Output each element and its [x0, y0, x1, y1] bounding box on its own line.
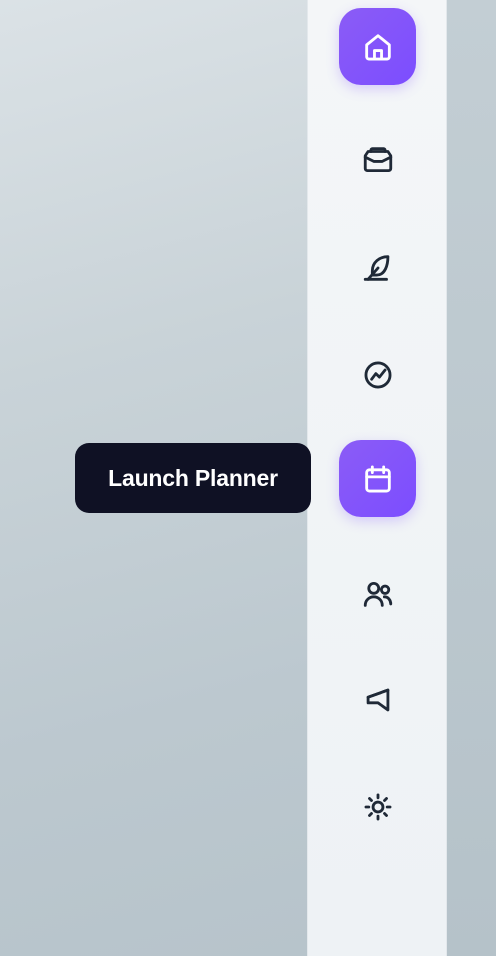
- inbox-icon: [363, 146, 392, 172]
- nav-item-team[interactable]: [339, 555, 416, 632]
- calendar-icon: [364, 465, 391, 492]
- nav-tooltip: Launch Planner: [75, 443, 311, 513]
- sun-icon: [364, 793, 391, 820]
- users-icon: [363, 581, 392, 607]
- feather-icon: [363, 254, 389, 281]
- nav-item-announcements[interactable]: [339, 661, 416, 738]
- background-strip: [447, 0, 496, 956]
- megaphone-icon: [366, 688, 389, 711]
- home-icon: [364, 33, 391, 60]
- nav-item-inbox[interactable]: [339, 121, 416, 198]
- sidebar-nav: [307, 0, 447, 956]
- tooltip-label: Launch Planner: [108, 464, 278, 491]
- nav-item-launch-planner[interactable]: [339, 440, 416, 517]
- nav-item-home[interactable]: [339, 8, 416, 85]
- nav-item-analytics[interactable]: [339, 336, 416, 413]
- trend-chart-icon: [364, 361, 391, 388]
- nav-item-settings[interactable]: [339, 768, 416, 845]
- nav-item-write[interactable]: [339, 229, 416, 306]
